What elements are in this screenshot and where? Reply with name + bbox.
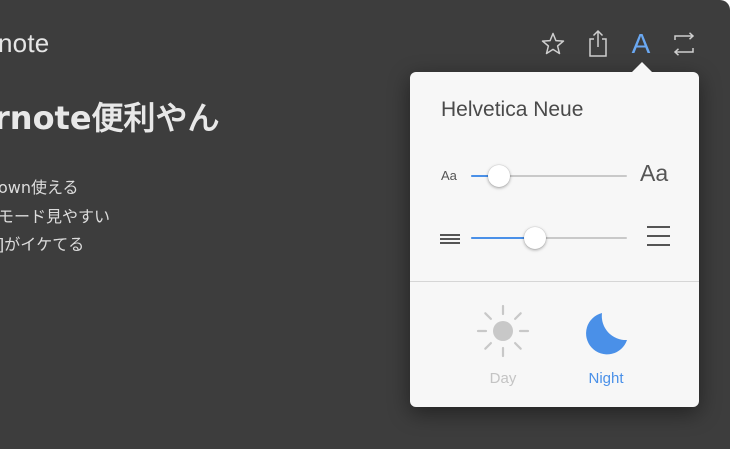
font-selector[interactable]: Helvetica Neue — [441, 98, 583, 122]
moon-icon — [586, 313, 627, 355]
note-line: ]がイケてる — [0, 235, 85, 254]
note-line: own使える — [0, 178, 79, 197]
wide-spacing-icon — [647, 226, 670, 246]
font-a-icon: A — [631, 28, 651, 59]
slider-thumb[interactable] — [488, 165, 511, 187]
note-title[interactable]: note — [0, 28, 49, 59]
large-text-icon: Aa — [640, 160, 669, 186]
font-settings-button[interactable]: A — [629, 28, 653, 60]
font-settings-popover: Helvetica Neue Aa Aa Day Night — [410, 62, 699, 407]
fullscreen-icon — [673, 32, 695, 56]
night-label: Night — [588, 370, 624, 387]
day-theme-button[interactable]: Day — [463, 304, 543, 394]
share-button[interactable] — [585, 28, 611, 60]
note-window: note rnote便利やん own使える モード見やすい ]がイケてる A H… — [0, 0, 730, 449]
note-body[interactable]: own使える モード見やすい ]がイケてる — [0, 174, 110, 260]
night-theme-button[interactable]: Night — [566, 304, 646, 394]
note-heading[interactable]: rnote便利やん — [0, 93, 220, 139]
favorite-button[interactable] — [539, 28, 567, 60]
note-line: モード見やすい — [0, 206, 111, 226]
popover-arrow — [632, 62, 652, 72]
small-text-icon: Aa — [441, 168, 457, 183]
slider-thumb[interactable] — [523, 227, 546, 249]
star-icon — [541, 32, 565, 55]
popover-divider — [410, 281, 699, 282]
day-label: Day — [489, 370, 517, 387]
compact-spacing-icon — [440, 234, 460, 244]
share-icon — [589, 29, 607, 57]
sun-icon — [476, 304, 530, 358]
fullscreen-button[interactable] — [670, 28, 698, 60]
line-spacing-slider[interactable] — [471, 227, 627, 249]
text-size-slider[interactable] — [471, 165, 627, 187]
